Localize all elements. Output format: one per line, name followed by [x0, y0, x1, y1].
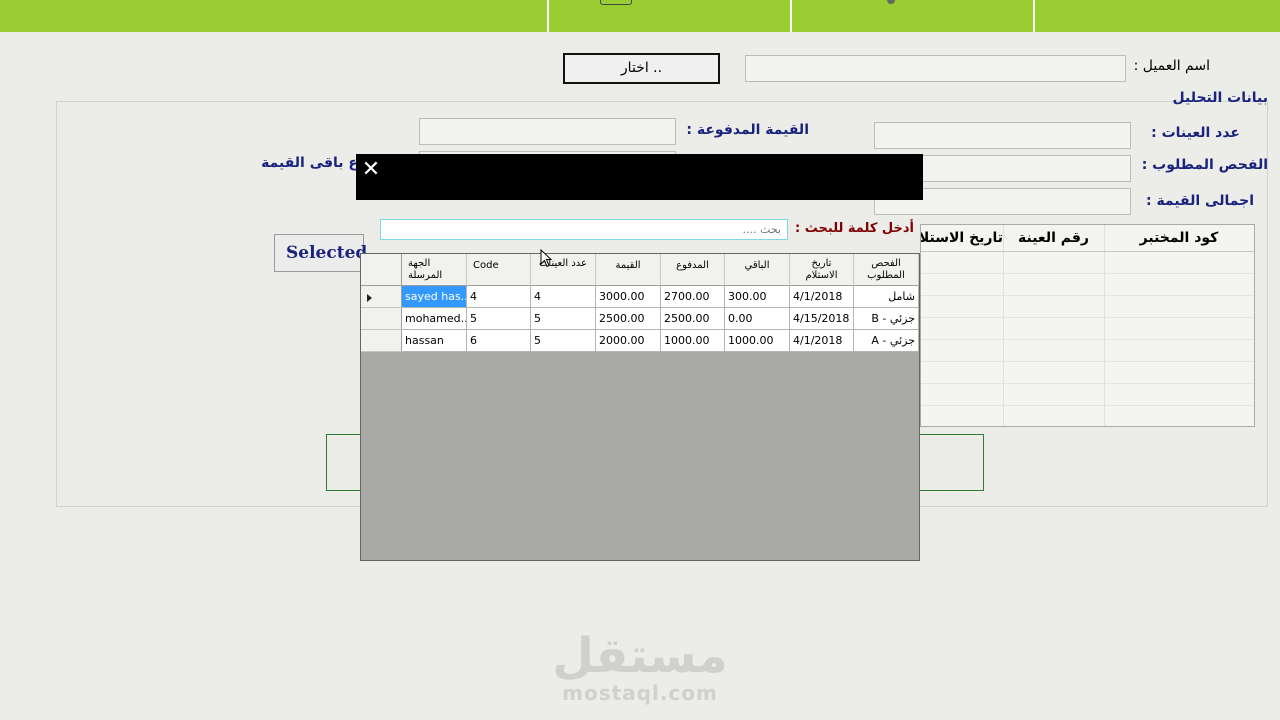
table-cell[interactable]: 0.00 — [725, 308, 790, 330]
table-cell[interactable]: 2700.00 — [661, 286, 725, 308]
table-cell[interactable]: sayed has... — [402, 286, 467, 308]
grid-divider — [1003, 225, 1004, 426]
table-cell[interactable]: 4 — [467, 286, 531, 308]
grid-divider — [921, 339, 1254, 340]
grid-divider — [921, 273, 1254, 274]
watermark-arabic: مستقل — [552, 628, 728, 684]
paid-value-label: القيمة المدفوعة : — [686, 122, 809, 138]
grid-divider — [921, 295, 1254, 296]
table-cell[interactable]: 2000.00 — [596, 330, 661, 352]
table-cell[interactable]: 3000.00 — [596, 286, 661, 308]
table-cell[interactable]: جزئي - A — [854, 330, 919, 352]
choose-client-button[interactable]: اختار .. — [563, 53, 720, 84]
row-header-divider — [361, 329, 402, 330]
table-cell[interactable]: 5 — [467, 308, 531, 330]
required-test-label: الفحص المطلوب : — [1141, 157, 1268, 173]
toolbar-button-1[interactable] — [549, 0, 790, 32]
client-name-field[interactable] — [745, 55, 1126, 82]
paid-value-field[interactable] — [419, 118, 676, 145]
grid-header-lab-code[interactable]: كود المختبر — [1105, 225, 1253, 251]
search-results-grid[interactable]: الجهة المرسلة Code عدد العينات القيمة ال… — [360, 253, 920, 561]
table-cell[interactable]: 4/1/2018 — [790, 330, 854, 352]
grid-divider — [921, 361, 1254, 362]
row-header-divider — [361, 351, 402, 352]
table-cell[interactable]: 5 — [531, 330, 596, 352]
total-value-label: اجمالى القيمة : — [1145, 193, 1254, 209]
table-cell[interactable]: 4/1/2018 — [790, 286, 854, 308]
grid-divider — [921, 405, 1254, 406]
search-input[interactable] — [380, 219, 788, 240]
table-cell[interactable]: 2500.00 — [596, 308, 661, 330]
current-row-arrow-icon — [367, 294, 372, 302]
grid-corner — [361, 254, 402, 286]
grid-divider — [921, 251, 1254, 252]
table-cell[interactable]: جزئي - B — [854, 308, 919, 330]
grid-divider — [921, 317, 1254, 318]
search-dialog-titlebar — [356, 154, 923, 200]
col-header-required-test[interactable]: الفحص المطلوب — [854, 254, 919, 286]
table-cell[interactable]: mohamed... — [402, 308, 467, 330]
grid-header-receive-date[interactable]: تاريخ الاستلا — [921, 225, 1003, 251]
table-cell[interactable]: 5 — [531, 308, 596, 330]
remaining-value-label: ع باقى القيمة — [261, 155, 358, 171]
col-header-paid[interactable]: المدفوع — [661, 254, 725, 286]
samples-grid[interactable]: كود المختبر رقم العينة تاريخ الاستلا — [920, 224, 1255, 427]
table-cell[interactable]: 1000.00 — [661, 330, 725, 352]
table-cell[interactable]: hassan — [402, 330, 467, 352]
grid-header-sample-number[interactable]: رقم العينة — [1003, 225, 1104, 251]
grid-divider — [921, 383, 1254, 384]
table-cell[interactable]: 6 — [467, 330, 531, 352]
table-cell[interactable]: 4/15/2018 — [790, 308, 854, 330]
row-header-divider — [361, 307, 402, 308]
search-label: أدخل كلمة للبحث : — [795, 221, 914, 236]
watermark-logo: مستقل mostaql.com — [540, 630, 740, 704]
col-header-code[interactable]: Code — [467, 254, 531, 286]
col-header-receive-date[interactable]: تاريخ الاستلام — [790, 254, 854, 286]
samples-count-label: عدد العينات : — [1151, 125, 1240, 141]
col-header-remaining[interactable]: الباقي — [725, 254, 790, 286]
close-icon[interactable]: ✕ — [360, 157, 382, 183]
col-header-value[interactable]: القيمة — [596, 254, 661, 286]
toolbar-button-3[interactable] — [1035, 0, 1280, 32]
col-header-sender[interactable]: الجهة المرسلة — [402, 254, 467, 286]
client-name-label: اسم العميل : — [1133, 58, 1210, 74]
action-button-right[interactable] — [914, 434, 984, 491]
grid-divider — [1104, 225, 1105, 426]
analysis-section-title: بيانات التحليل — [1172, 90, 1268, 106]
toolbar-dot-icon — [887, 0, 895, 4]
toolbar-button-2[interactable] — [792, 0, 1033, 32]
mouse-cursor-icon — [540, 249, 553, 268]
toolbar-tab-icon — [600, 0, 632, 5]
samples-count-field[interactable] — [874, 122, 1131, 149]
watermark-latin: mostaql.com — [562, 681, 718, 705]
table-cell[interactable]: 1000.00 — [725, 330, 790, 352]
table-cell[interactable]: 4 — [531, 286, 596, 308]
selected-button[interactable]: Selected — [274, 234, 367, 272]
table-cell[interactable]: 2500.00 — [661, 308, 725, 330]
table-cell[interactable]: شامل — [854, 286, 919, 308]
table-cell[interactable]: 300.00 — [725, 286, 790, 308]
